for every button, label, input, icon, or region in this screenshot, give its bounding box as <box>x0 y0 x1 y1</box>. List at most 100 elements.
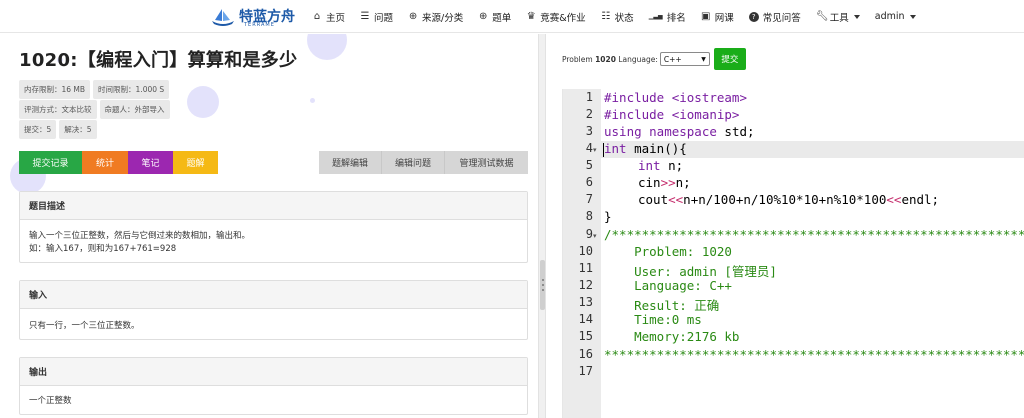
code-line: #include <iomanip> <box>604 107 740 122</box>
panel-splitter[interactable] <box>538 34 546 418</box>
submit-count-badge: 提交：5 <box>19 120 57 139</box>
code-line: using namespace std; <box>604 124 755 139</box>
output-heading: 输出 <box>20 358 527 386</box>
line-number: 8 <box>585 209 593 223</box>
caret-down-icon <box>853 14 860 19</box>
judge-badges: 评测方式：文本比较 命题人：外部导入 <box>19 97 173 119</box>
line-number: 13 <box>578 295 593 309</box>
decor-bubble <box>310 98 315 103</box>
nav-faq[interactable]: ? 常见问答 <box>748 10 801 24</box>
question-circle-icon: ? <box>748 11 759 22</box>
code-editor[interactable]: 1 2 3 4 5 6 7 8 9 10 11 12 13 14 15 16 1… <box>562 89 1024 418</box>
line-number: 1 <box>585 90 593 104</box>
list-icon: ☰ <box>360 11 370 22</box>
author-badge: 命题人：外部导入 <box>99 100 170 119</box>
line-number: 14 <box>578 312 593 326</box>
nav-contests[interactable]: ♛ 竞赛&作业 <box>526 10 586 24</box>
chevron-down-icon: ▼ <box>701 55 706 63</box>
notes-button[interactable]: 笔记 <box>128 151 173 174</box>
language-label: Language: <box>618 54 658 64</box>
code-panel: Problem 1020 Language: C++ ▼ 提交 1 2 3 4 … <box>546 34 1024 418</box>
code-line: Language: C++ <box>604 278 732 293</box>
solution-button[interactable]: 题解 <box>173 151 218 174</box>
code-line: ****************************************… <box>604 347 1024 362</box>
problem-id: 1020 <box>595 54 616 64</box>
nav-tools-dropdown[interactable]: 🔧︎ 工具 <box>816 10 860 24</box>
nav-problems[interactable]: ☰ 问题 <box>360 10 394 24</box>
ark-logo-icon <box>210 7 236 27</box>
submit-button[interactable]: 提交 <box>713 48 746 70</box>
code-line: cin>>n; <box>638 175 691 190</box>
line-number: 17 <box>578 364 593 378</box>
nav-ranking[interactable]: ▁▃▅ 排名 <box>649 10 686 24</box>
code-line: } <box>604 209 612 224</box>
trophy-icon: ♛ <box>526 11 536 22</box>
globe-icon: ⊕ <box>408 11 418 22</box>
line-number: 15 <box>578 329 593 343</box>
fold-toggle-icon[interactable]: ▾ <box>593 232 597 240</box>
stats-button[interactable]: 统计 <box>82 151 128 174</box>
problem-action-buttons: 提交记录 统计 笔记 题解 <box>19 151 218 174</box>
brand-sub: TERRAME <box>244 22 275 28</box>
wrench-icon: 🔧︎ <box>815 11 829 22</box>
caret-down-icon <box>909 14 916 19</box>
line-number: 5 <box>585 158 593 172</box>
nav-user-dropdown[interactable]: admin <box>875 11 916 22</box>
globe-icon: ⊕ <box>479 11 488 22</box>
input-heading: 输入 <box>20 281 527 309</box>
nav-home[interactable]: ⌂ 主页 <box>312 10 345 24</box>
code-line: int n; <box>638 158 684 173</box>
list-ol-icon: ☷ <box>601 11 611 22</box>
decor-bubble <box>187 86 219 118</box>
decor-bubble <box>307 34 347 60</box>
line-number: 7 <box>585 192 593 206</box>
input-description: 只有一行，一个三位正整数。 <box>29 321 140 331</box>
line-number: 9 <box>585 227 593 241</box>
line-number: 2 <box>585 107 593 121</box>
line-number: 3 <box>585 124 593 138</box>
code-line: Problem: 1020 <box>604 244 732 259</box>
main-nav: ⌂ 主页 ☰ 问题 ⊕ 来源/分类 ⊕ 题单 ♛ 竞赛&作业 ☷ 状态 ▁▃▅ 排名 ▣ 网课 … <box>312 0 931 33</box>
description-heading: 题目描述 <box>20 192 527 220</box>
home-icon: ⌂ <box>313 11 321 22</box>
manage-tests-button[interactable]: 管理测试数据 <box>445 151 528 174</box>
admin-action-buttons: 题解编辑 编辑问题 管理测试数据 <box>319 151 528 174</box>
code-line: Time:0 ms <box>604 312 702 327</box>
signal-icon: ▁▃▅ <box>648 13 663 20</box>
output-card: 输出 一个正整数 <box>19 357 528 415</box>
language-select[interactable]: C++ ▼ <box>659 52 710 66</box>
brand-logo[interactable]: 特蓝方舟 TERRAME <box>210 4 295 30</box>
code-line: /***************************************… <box>604 227 1024 242</box>
submit-records-button[interactable]: 提交记录 <box>19 151 82 174</box>
input-card: 输入 只有一行，一个三位正整数。 <box>19 280 528 340</box>
code-line: int main(){ <box>604 141 687 156</box>
code-line: cout<<n+n/100+n/10%10*10+n%10*100<<endl; <box>638 192 940 207</box>
description-card: 题目描述 输入一个三位正整数，然后与它倒过来的数相加，输出和。 如：输入167，… <box>19 191 528 263</box>
line-number: 11 <box>578 261 593 275</box>
nav-source-category[interactable]: ⊕ 来源/分类 <box>408 10 463 24</box>
output-description: 一个正整数 <box>29 396 72 406</box>
description-line: 如：输入167，则和为167+761=928 <box>29 244 177 254</box>
solved-count-badge: 解决：5 <box>59 120 97 139</box>
description-line: 输入一个三位正整数，然后与它倒过来的数相加，输出和。 <box>29 231 251 241</box>
edit-solution-button[interactable]: 题解编辑 <box>319 151 382 174</box>
problem-prefix: Problem <box>562 54 593 64</box>
nav-problem-list[interactable]: ⊕ 题单 <box>478 10 511 24</box>
problem-panel: 1020:【编程入门】算算和是多少 内存限制：16 MB 时间限制：1.000 S… <box>0 34 538 418</box>
line-number: 10 <box>578 244 593 258</box>
nav-courses[interactable]: ▣ 网课 <box>701 10 734 24</box>
fold-toggle-icon[interactable]: ▾ <box>593 146 597 154</box>
nav-status[interactable]: ☷ 状态 <box>601 10 634 24</box>
line-number: 16 <box>578 347 593 361</box>
submit-toolbar: Problem 1020 Language: C++ ▼ 提交 <box>562 48 746 70</box>
limits-badges: 内存限制：16 MB 时间限制：1.000 S <box>19 77 172 99</box>
count-badges: 提交：5 解决：5 <box>19 117 100 139</box>
text-cursor <box>603 143 604 157</box>
edit-problem-button[interactable]: 编辑问题 <box>382 151 445 174</box>
line-number: 6 <box>585 175 593 189</box>
top-navbar: 特蓝方舟 TERRAME ⌂ 主页 ☰ 问题 ⊕ 来源/分类 ⊕ 题单 ♛ 竞赛&作业 ☷… <box>0 0 1024 33</box>
code-line: Memory:2176 kb <box>604 329 740 344</box>
line-number: 4 <box>585 141 593 155</box>
drag-handle[interactable] <box>540 260 545 310</box>
problem-title: 1020:【编程入门】算算和是多少 <box>19 50 298 71</box>
